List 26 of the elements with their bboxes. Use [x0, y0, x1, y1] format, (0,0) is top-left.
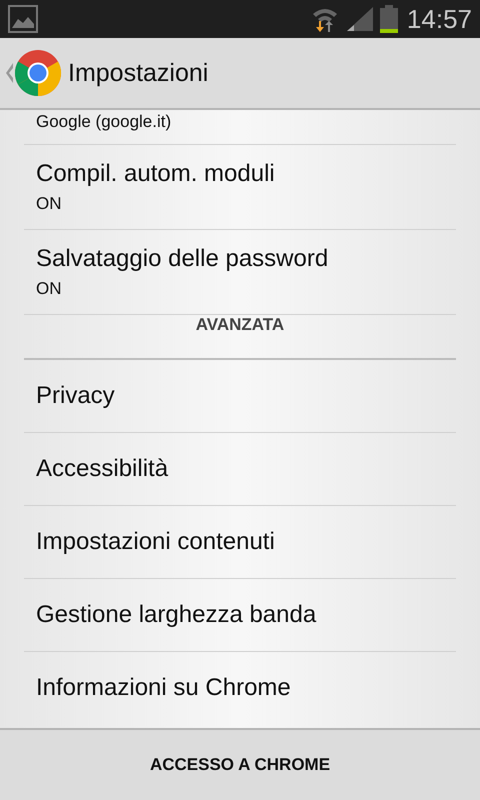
setting-summary: ON — [36, 279, 62, 299]
setting-summary: Google (google.it) — [36, 112, 172, 132]
setting-item[interactable]: Impostazioni contenuti — [24, 506, 456, 579]
sign-in-button[interactable]: ACCESSO A CHROME — [0, 730, 480, 800]
setting-summary: ON — [36, 194, 62, 214]
setting-title: Accessibilità — [36, 455, 168, 483]
setting-item[interactable]: Google (google.it) — [24, 110, 456, 145]
app-logo-icon — [14, 49, 62, 97]
signal-icon — [344, 5, 375, 33]
setting-item[interactable]: Compil. autom. moduli ON — [24, 145, 456, 230]
screen-title: Impostazioni — [68, 58, 208, 88]
clock: 14:57 — [406, 4, 472, 34]
setting-item[interactable]: Gestione larghezza banda — [24, 579, 456, 652]
setting-title: Informazioni su Chrome — [36, 674, 291, 702]
setting-title: Impostazioni contenuti — [36, 528, 275, 556]
setting-title: Compil. autom. moduli — [36, 160, 275, 188]
setting-title: Gestione larghezza banda — [36, 601, 316, 629]
setting-item[interactable]: Informazioni su Chrome — [24, 652, 456, 724]
setting-item[interactable]: Salvataggio delle password ON — [24, 230, 456, 315]
picture-notification-icon — [8, 5, 38, 33]
setting-title: Privacy — [36, 382, 115, 410]
section-header: AVANZATA — [196, 315, 284, 335]
setting-title: Salvataggio delle password — [36, 245, 328, 273]
battery-icon — [378, 5, 399, 33]
setting-item[interactable]: Privacy — [24, 360, 456, 433]
setting-item[interactable]: Accessibilità — [24, 433, 456, 506]
